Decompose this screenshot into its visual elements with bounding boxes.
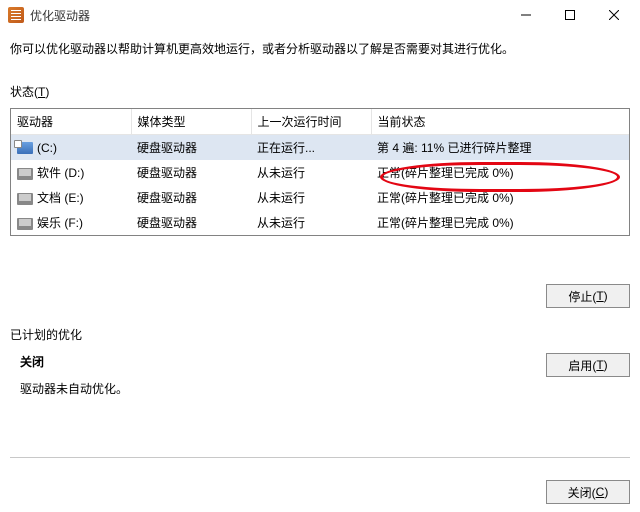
table-row[interactable]: (C:) 硬盘驱动器 正在运行... 第 4 遍: 11% 已进行碎片整理 bbox=[11, 135, 629, 161]
drives-table[interactable]: 驱动器 媒体类型 上一次运行时间 当前状态 (C:) 硬盘驱动器 正在运行...… bbox=[10, 108, 630, 236]
current-status: 第 4 遍: 11% 已进行碎片整理 bbox=[371, 135, 629, 161]
current-status: 正常(碎片整理已完成 0%) bbox=[371, 160, 629, 185]
last-run: 从未运行 bbox=[251, 160, 371, 185]
drive-name: 软件 (D:) bbox=[37, 166, 84, 180]
drive-name: 文档 (E:) bbox=[37, 191, 84, 205]
media-type: 硬盘驱动器 bbox=[131, 210, 251, 235]
close-dialog-button[interactable]: 关闭(C) bbox=[546, 480, 630, 504]
scheduled-optimize-label: 已计划的优化 bbox=[10, 326, 630, 343]
drive-icon bbox=[17, 218, 33, 230]
last-run: 正在运行... bbox=[251, 135, 371, 161]
stop-button[interactable]: 停止(T) bbox=[546, 284, 630, 308]
app-icon bbox=[8, 7, 24, 23]
last-run: 从未运行 bbox=[251, 210, 371, 235]
table-row[interactable]: 娱乐 (F:) 硬盘驱动器 从未运行 正常(碎片整理已完成 0%) bbox=[11, 210, 629, 235]
drive-icon bbox=[17, 168, 33, 180]
table-row[interactable]: 软件 (D:) 硬盘驱动器 从未运行 正常(碎片整理已完成 0%) bbox=[11, 160, 629, 185]
window-title: 优化驱动器 bbox=[30, 7, 504, 24]
drive-name: 娱乐 (F:) bbox=[37, 216, 83, 230]
enable-button[interactable]: 启用(T) bbox=[546, 353, 630, 377]
description-text: 你可以优化驱动器以帮助计算机更高效地运行，或者分析驱动器以了解是否需要对其进行优… bbox=[0, 30, 640, 65]
media-type: 硬盘驱动器 bbox=[131, 135, 251, 161]
current-status: 正常(碎片整理已完成 0%) bbox=[371, 210, 629, 235]
schedule-state: 关闭 bbox=[20, 353, 546, 370]
media-type: 硬盘驱动器 bbox=[131, 185, 251, 210]
last-run: 从未运行 bbox=[251, 185, 371, 210]
minimize-button[interactable] bbox=[504, 1, 548, 29]
titlebar: 优化驱动器 bbox=[0, 0, 640, 30]
col-media[interactable]: 媒体类型 bbox=[131, 109, 251, 135]
status-label: 状态(T) bbox=[0, 65, 640, 104]
drive-name: (C:) bbox=[37, 141, 57, 155]
close-button[interactable] bbox=[592, 1, 636, 29]
col-last-run[interactable]: 上一次运行时间 bbox=[251, 109, 371, 135]
drive-icon bbox=[17, 142, 33, 154]
current-status: 正常(碎片整理已完成 0%) bbox=[371, 185, 629, 210]
col-drive[interactable]: 驱动器 bbox=[11, 109, 131, 135]
maximize-button[interactable] bbox=[548, 1, 592, 29]
table-row[interactable]: 文档 (E:) 硬盘驱动器 从未运行 正常(碎片整理已完成 0%) bbox=[11, 185, 629, 210]
col-current-status[interactable]: 当前状态 bbox=[371, 109, 629, 135]
schedule-note: 驱动器未自动优化。 bbox=[20, 380, 546, 397]
media-type: 硬盘驱动器 bbox=[131, 160, 251, 185]
drive-icon bbox=[17, 193, 33, 205]
